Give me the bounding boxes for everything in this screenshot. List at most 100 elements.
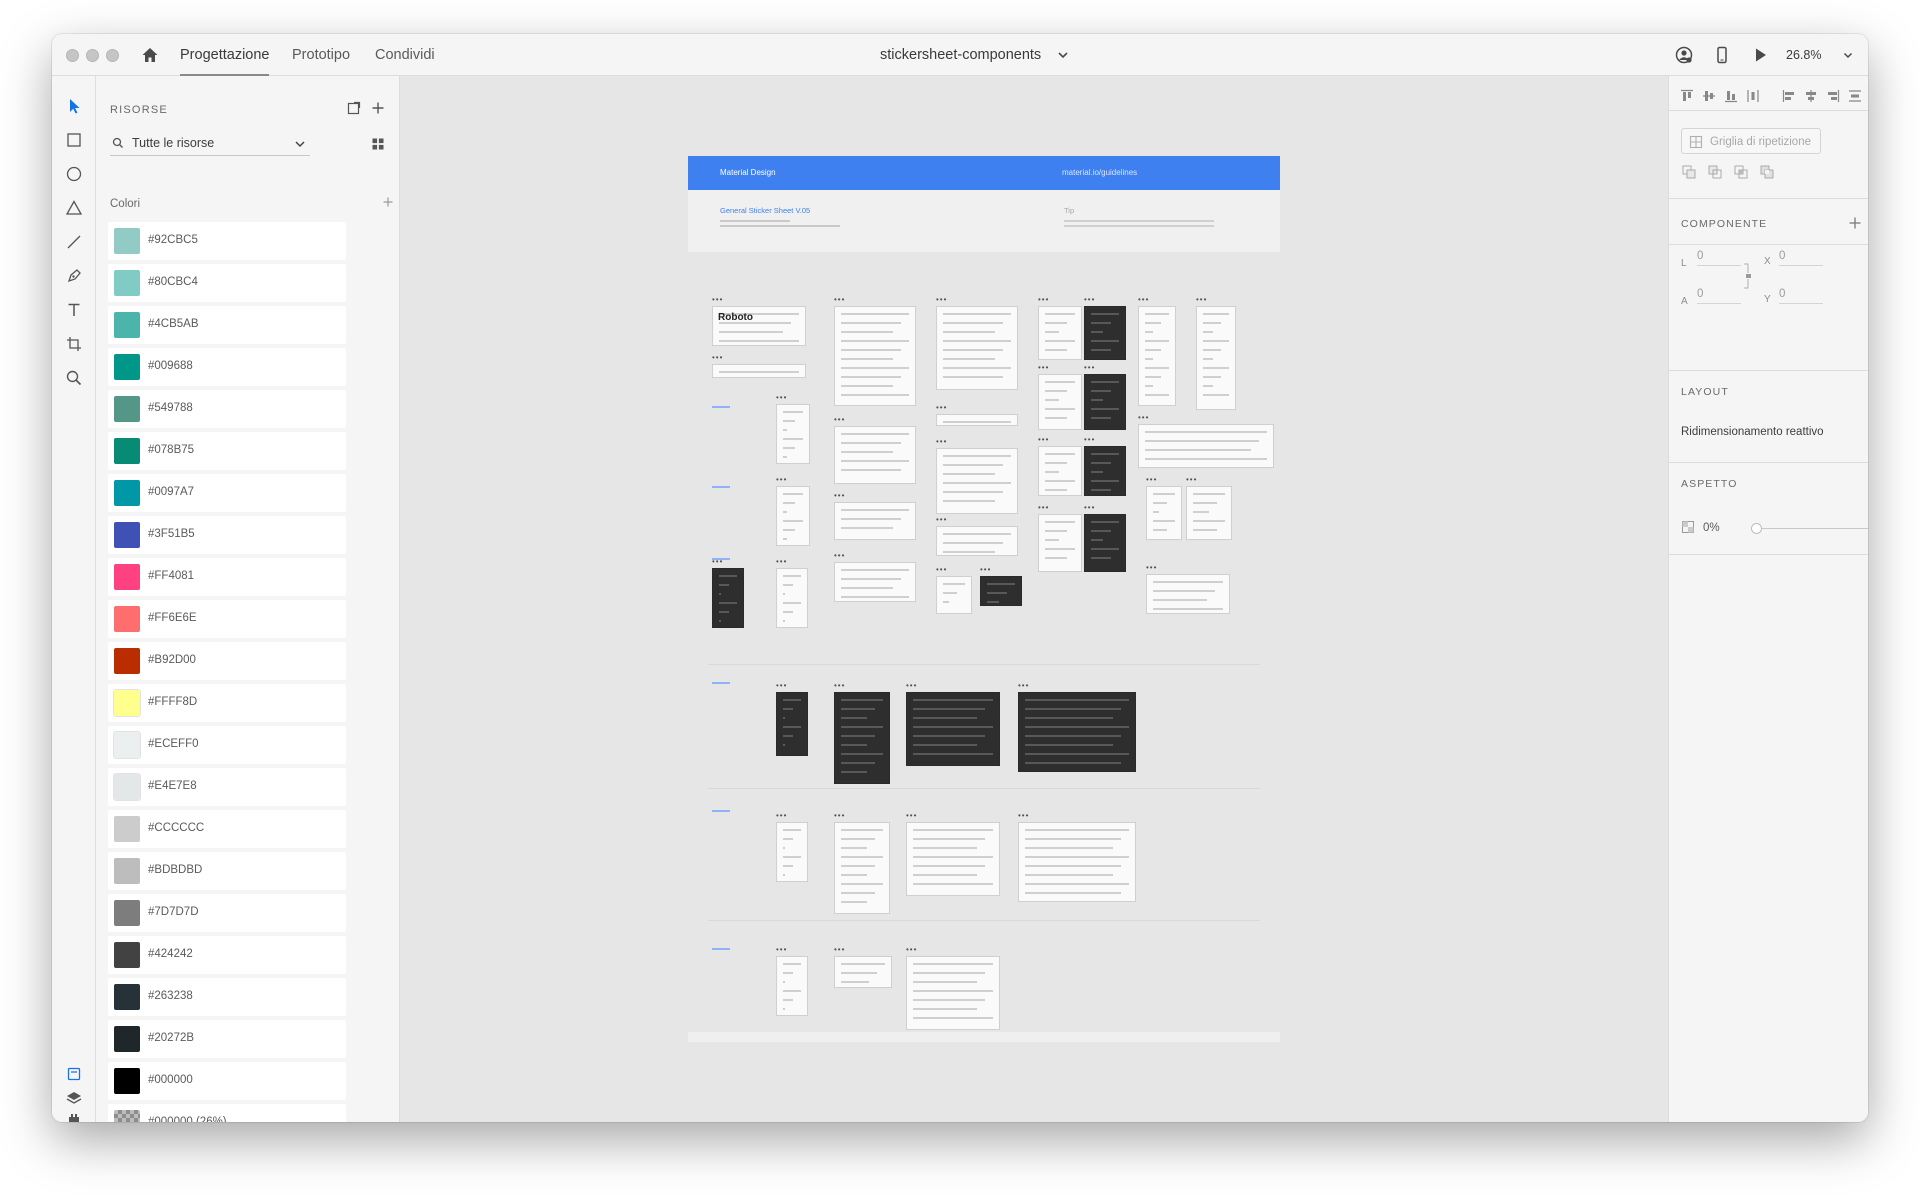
artboard-thumbnail[interactable]: [1018, 822, 1136, 902]
artboard-thumbnail[interactable]: [1196, 306, 1236, 410]
color-swatch-item[interactable]: #CCCCCC: [108, 810, 346, 848]
align-top-icon[interactable]: [1679, 88, 1695, 104]
artboard-menu-icon[interactable]: •••: [834, 682, 845, 690]
artboard-thumbnail[interactable]: [906, 692, 1000, 766]
artboard-thumbnail[interactable]: [1186, 486, 1232, 540]
polygon-tool-icon[interactable]: [64, 198, 84, 218]
artboard-thumbnail[interactable]: [936, 414, 1018, 426]
artboard-thumbnail[interactable]: [776, 404, 810, 464]
artboard-thumbnail[interactable]: [1138, 306, 1176, 406]
artboard-thumbnail[interactable]: [906, 956, 1000, 1030]
artboard-thumbnail[interactable]: [1084, 374, 1126, 430]
design-canvas[interactable]: Material Design material.io/guidelines G…: [400, 76, 1668, 1122]
distribute-vertical-icon[interactable]: [1745, 88, 1761, 104]
artboard-menu-icon[interactable]: •••: [936, 438, 947, 446]
artboard-thumbnail[interactable]: [776, 956, 808, 1016]
home-icon[interactable]: [140, 45, 160, 65]
zoom-tool-icon[interactable]: [64, 368, 84, 388]
link-library-icon[interactable]: [346, 100, 362, 116]
color-swatch-item[interactable]: #92CBC5: [108, 222, 346, 260]
boolean-intersect-icon[interactable]: [1733, 164, 1749, 180]
align-middle-icon[interactable]: [1701, 88, 1717, 104]
plugins-icon[interactable]: [64, 1110, 84, 1122]
artboard-thumbnail[interactable]: [1038, 446, 1082, 496]
artboard-menu-icon[interactable]: •••: [980, 566, 991, 574]
add-color-icon[interactable]: [382, 196, 394, 208]
artboard-menu-icon[interactable]: •••: [834, 812, 845, 820]
artboard-menu-icon[interactable]: •••: [906, 812, 917, 820]
artboard-menu-icon[interactable]: •••: [776, 812, 787, 820]
artboard-menu-icon[interactable]: •••: [1138, 414, 1149, 422]
color-swatch-item[interactable]: #FF4081: [108, 558, 346, 596]
color-swatch-item[interactable]: #3F51B5: [108, 516, 346, 554]
artboard-menu-icon[interactable]: •••: [1196, 296, 1207, 304]
artboard-menu-icon[interactable]: •••: [1038, 504, 1049, 512]
artboard-menu-icon[interactable]: •••: [906, 682, 917, 690]
artboard-thumbnail[interactable]: [712, 568, 744, 628]
artboard-menu-icon[interactable]: •••: [1084, 296, 1095, 304]
color-swatch-item[interactable]: #FFFF8D: [108, 684, 346, 722]
tab-condividi[interactable]: Condividi: [375, 34, 435, 76]
add-component-icon[interactable]: [1847, 215, 1863, 231]
ellipse-tool-icon[interactable]: [64, 164, 84, 184]
text-tool-icon[interactable]: [64, 300, 84, 320]
artboard-menu-icon[interactable]: •••: [1038, 296, 1049, 304]
artboard-thumbnail[interactable]: [776, 568, 808, 628]
close-window-button[interactable]: [66, 49, 79, 62]
artboard-menu-icon[interactable]: •••: [776, 476, 787, 484]
artboard-thumbnail[interactable]: [1084, 514, 1126, 572]
color-swatch-item[interactable]: #009688: [108, 348, 346, 386]
artboard-menu-icon[interactable]: •••: [834, 296, 845, 304]
artboard-menu-icon[interactable]: •••: [712, 296, 723, 304]
artboard-thumbnail[interactable]: [936, 306, 1018, 390]
artboard-menu-icon[interactable]: •••: [1038, 364, 1049, 372]
artboard-thumbnail[interactable]: [834, 956, 892, 988]
artboard-menu-icon[interactable]: •••: [834, 946, 845, 954]
lock-aspect-icon[interactable]: [1743, 262, 1753, 290]
artboard-menu-icon[interactable]: •••: [834, 416, 845, 424]
select-tool-icon[interactable]: [64, 96, 84, 116]
tab-progettazione[interactable]: Progettazione: [180, 34, 270, 76]
color-swatch-item[interactable]: #ECEFF0: [108, 726, 346, 764]
artboard-tool-icon[interactable]: [64, 334, 84, 354]
layers-icon[interactable]: [64, 1088, 84, 1108]
artboard-menu-icon[interactable]: •••: [1038, 436, 1049, 444]
artboard-menu-icon[interactable]: •••: [1084, 504, 1095, 512]
artboard-thumbnail[interactable]: [1084, 306, 1126, 360]
artboard-menu-icon[interactable]: •••: [776, 394, 787, 402]
color-swatch-item[interactable]: #20272B: [108, 1020, 346, 1058]
color-swatch-item[interactable]: #263238: [108, 978, 346, 1016]
pen-tool-icon[interactable]: [64, 266, 84, 286]
distribute-horizontal-icon[interactable]: [1847, 88, 1863, 104]
color-swatch-item[interactable]: #000000: [108, 1062, 346, 1100]
artboard-menu-icon[interactable]: •••: [834, 492, 845, 500]
width-field[interactable]: 0: [1697, 250, 1741, 266]
color-swatch-item[interactable]: #7D7D7D: [108, 894, 346, 932]
stickersheet-artboard[interactable]: Material Design material.io/guidelines G…: [688, 156, 1280, 1044]
rectangle-tool-icon[interactable]: [64, 130, 84, 150]
artboard-thumbnail[interactable]: [834, 426, 916, 484]
add-asset-icon[interactable]: [370, 100, 386, 116]
grid-view-icon[interactable]: [370, 136, 386, 152]
artboard-menu-icon[interactable]: •••: [936, 566, 947, 574]
user-icon[interactable]: [1674, 45, 1694, 65]
assets-panel-icon[interactable]: [64, 1064, 84, 1084]
artboard-menu-icon[interactable]: •••: [776, 682, 787, 690]
color-swatch-item[interactable]: #BDBDBD: [108, 852, 346, 890]
artboard-thumbnail[interactable]: [1084, 446, 1126, 496]
artboard-thumbnail[interactable]: [776, 692, 808, 756]
artboard-menu-icon[interactable]: •••: [1138, 296, 1149, 304]
artboard-thumbnail[interactable]: [834, 562, 916, 602]
artboard-thumbnail[interactable]: [936, 448, 1018, 514]
artboard-thumbnail[interactable]: [834, 502, 916, 540]
assets-filter-dropdown[interactable]: Tutte le risorse: [110, 132, 310, 156]
document-title[interactable]: stickersheet-components: [880, 34, 1041, 76]
opacity-value[interactable]: 0%: [1703, 522, 1720, 534]
play-icon[interactable]: [1750, 45, 1770, 65]
artboard-thumbnail[interactable]: [1038, 514, 1082, 572]
artboard-thumbnail[interactable]: [834, 822, 890, 914]
artboard-thumbnail[interactable]: [776, 486, 810, 546]
artboard-thumbnail[interactable]: [936, 576, 972, 614]
zoom-level[interactable]: 26.8%: [1786, 34, 1821, 76]
artboard-menu-icon[interactable]: •••: [1084, 436, 1095, 444]
